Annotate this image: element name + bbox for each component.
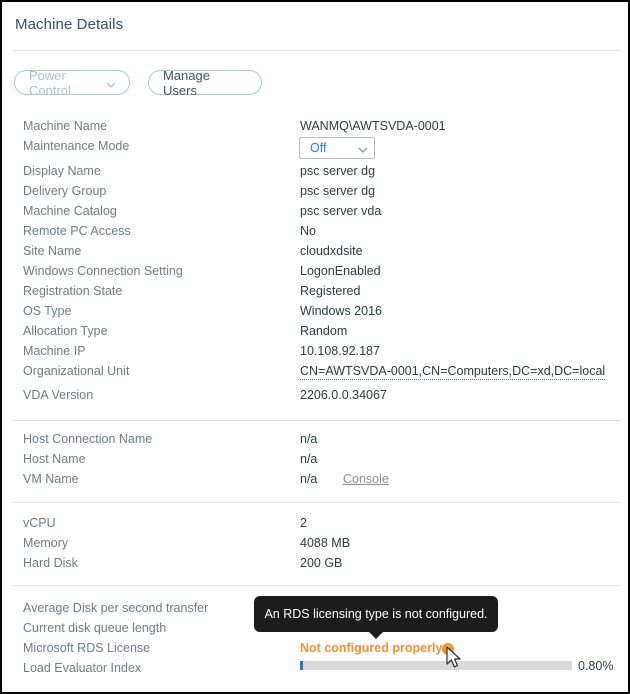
value-microsoft-rds-license: Not configured properly: [300, 641, 443, 655]
value-delivery-group: psc server dg: [300, 184, 376, 198]
value-vcpu: 2: [300, 516, 307, 530]
value-site-name: cloudxdsite: [300, 244, 363, 258]
section-divider-performance: [13, 585, 620, 586]
tooltip-arrow: [368, 631, 384, 639]
header-divider: [13, 50, 620, 51]
label-memory: Memory: [23, 536, 69, 550]
section-divider-host: [13, 420, 620, 421]
label-windows-connection-setting: Windows Connection Setting: [23, 264, 183, 278]
console-link[interactable]: Console: [343, 472, 389, 486]
power-control-label: Power Control: [29, 67, 71, 98]
machine-details-panel: Machine Details Power Control Manage Use…: [0, 0, 630, 694]
label-delivery-group: Delivery Group: [23, 184, 107, 198]
label-os-type: OS Type: [23, 304, 72, 318]
label-average-disk-per-second-transfer: Average Disk per second transfer: [23, 601, 209, 615]
value-machine-name: WANMQ\AWTSVDA-0001: [300, 119, 446, 133]
rds-license-tooltip: An RDS licensing type is not configured.: [254, 596, 498, 632]
section-divider-resources: [13, 502, 620, 503]
load-evaluator-percent: 0.80%: [578, 659, 614, 673]
value-remote-pc-access: No: [300, 224, 316, 238]
maintenance-mode-select[interactable]: Off: [299, 137, 375, 159]
label-vm-name: VM Name: [23, 472, 79, 486]
value-machine-catalog: psc server vda: [300, 204, 382, 218]
value-vda-version: 2206.0.0.34067: [300, 388, 387, 402]
label-load-evaluator-index: Load Evaluator Index: [23, 661, 142, 675]
label-host-name: Host Name: [23, 452, 86, 466]
label-machine-name: Machine Name: [23, 119, 108, 133]
value-memory: 4088 MB: [300, 536, 351, 550]
label-vcpu: vCPU: [23, 516, 56, 530]
value-os-type: Windows 2016: [300, 304, 382, 318]
label-organizational-unit: Organizational Unit: [23, 364, 130, 378]
label-site-name: Site Name: [23, 244, 82, 258]
maintenance-mode-value: Off: [310, 141, 327, 155]
value-display-name: psc server dg: [300, 164, 376, 178]
label-machine-ip: Machine IP: [23, 344, 86, 358]
power-control-button[interactable]: Power Control: [14, 67, 130, 98]
label-current-disk-queue-length: Current disk queue length: [23, 621, 167, 635]
value-registration-state: Registered: [300, 284, 361, 298]
label-registration-state: Registration State: [23, 284, 123, 298]
value-windows-connection-setting: LogonEnabled: [300, 264, 381, 278]
value-vm-name: n/a: [300, 472, 318, 486]
label-remote-pc-access: Remote PC Access: [23, 224, 131, 238]
label-allocation-type: Allocation Type: [23, 324, 108, 338]
manage-users-label: Manage Users: [163, 67, 210, 98]
value-organizational-unit[interactable]: CN=AWTSVDA-0001,CN=Computers,DC=xd,DC=lo…: [300, 364, 606, 380]
label-vda-version: VDA Version: [23, 388, 94, 402]
label-host-connection-name: Host Connection Name: [23, 432, 153, 446]
label-machine-catalog: Machine Catalog: [23, 204, 117, 218]
value-machine-ip: 10.108.92.187: [300, 344, 380, 358]
value-allocation-type: Random: [300, 324, 348, 338]
chevron-down-icon: [358, 144, 368, 153]
value-host-name: n/a: [300, 452, 318, 466]
chevron-down-icon: [106, 78, 116, 88]
label-display-name: Display Name: [23, 164, 101, 178]
label-hard-disk: Hard Disk: [23, 556, 78, 570]
load-evaluator-progress-fill: [300, 661, 303, 670]
info-icon[interactable]: i: [442, 643, 454, 655]
label-maintenance-mode: Maintenance Mode: [23, 139, 130, 153]
label-microsoft-rds-license: Microsoft RDS License: [23, 641, 151, 655]
value-host-connection-name: n/a: [300, 432, 318, 446]
page-title: Machine Details: [15, 16, 124, 33]
value-hard-disk: 200 GB: [300, 556, 343, 570]
manage-users-button[interactable]: Manage Users: [148, 67, 262, 98]
load-evaluator-progress-bar: [300, 661, 572, 670]
